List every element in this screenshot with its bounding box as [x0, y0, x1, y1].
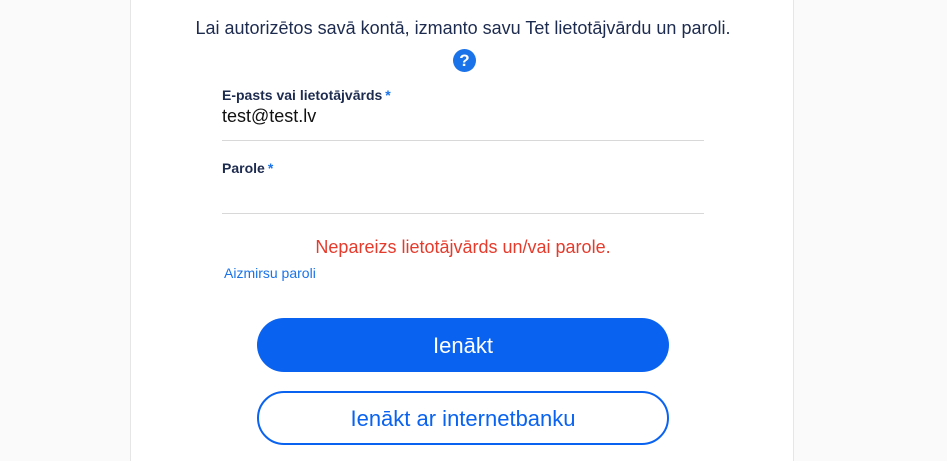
intro-text: Lai autorizētos savā kontā, izmanto savu… — [195, 18, 731, 38]
required-marker: * — [267, 160, 274, 176]
login-button[interactable]: Ienākt — [257, 318, 669, 372]
email-input[interactable] — [222, 104, 704, 128]
forgot-password-link[interactable]: Aizmirsu paroli — [224, 264, 316, 282]
intro-paragraph: Lai autorizētos savā kontā, izmanto savu… — [191, 14, 735, 72]
question-circle-icon[interactable]: ? — [453, 49, 476, 72]
password-label: Parole * — [222, 159, 704, 177]
password-field-group: Parole * — [222, 159, 704, 214]
email-field-group: E-pasts vai lietotājvārds * — [222, 86, 704, 141]
error-message: Nepareizs lietotājvārds un/vai parole. — [315, 237, 611, 257]
password-label-text: Parole — [222, 160, 265, 176]
password-input[interactable] — [222, 177, 704, 201]
bank-login-button[interactable]: Ienākt ar internetbanku — [257, 391, 669, 445]
required-marker: * — [385, 87, 391, 103]
email-label: E-pasts vai lietotājvārds * — [222, 86, 704, 104]
login-card: Lai autorizētos savā kontā, izmanto savu… — [130, 0, 794, 461]
email-label-text: E-pasts vai lietotājvārds — [222, 87, 383, 103]
